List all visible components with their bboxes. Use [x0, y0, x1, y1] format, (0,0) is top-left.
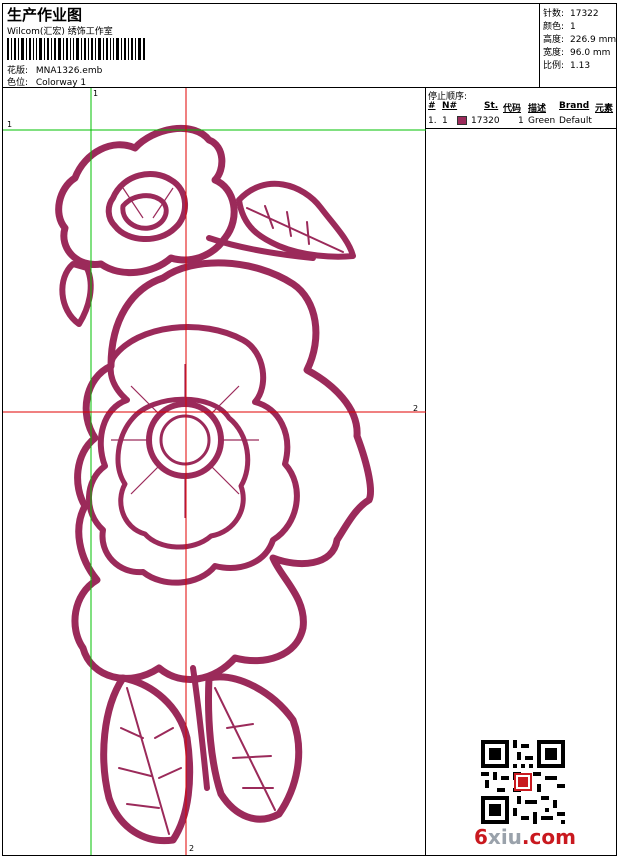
spec-label: 高度: [543, 35, 565, 45]
col-header-description: 描述 [528, 104, 547, 114]
spec-height: 高度: 226.9 mm [543, 32, 616, 45]
col-header-element: 元素 [595, 104, 614, 114]
col-header-index: # [428, 101, 436, 111]
spec-value: 1.13 [570, 61, 591, 71]
spec-panel: 针数: 17322 颜色: 1 高度: 226.9 mm 宽度: 96.0 mm 比例:… [540, 4, 616, 88]
col-header-brand: Brand [559, 101, 590, 111]
row-stitches: 17320 [471, 116, 500, 126]
guide-label-v2: 2 [189, 844, 195, 853]
guide-label-h2: 2 [413, 404, 419, 413]
guide-label-h1: 1 [7, 120, 13, 129]
spec-label: 比例: [543, 61, 565, 71]
spec-label: 宽度: [543, 48, 565, 58]
spec-label: 针数: [543, 9, 565, 19]
spec-value: 1 [570, 22, 576, 32]
row-brand: Default [559, 116, 592, 126]
spec-value: 17322 [570, 9, 599, 19]
row-code: 1 [518, 116, 524, 126]
spec-width: 宽度: 96.0 mm [543, 45, 610, 58]
design-preview: 1 1 2 2 [3, 88, 426, 855]
site-watermark: 6xiu.com [474, 825, 576, 849]
sheet-title: 生产作业图 [7, 6, 83, 24]
col-header-code: 代码 [503, 104, 522, 114]
spec-scale: 比例: 1.13 [543, 58, 590, 71]
thread-color-swatch [457, 116, 467, 125]
barcode [7, 38, 145, 60]
table-divider [426, 128, 616, 129]
col-header-stitches: St. [484, 101, 499, 111]
guide-label-v1: 1 [93, 89, 99, 98]
flower-outline [55, 124, 374, 845]
colorway-value: Colorway 1 [35, 78, 87, 88]
watermark-name: xiu [487, 825, 522, 849]
row-needle: 1 [442, 116, 448, 126]
guide-lines [3, 88, 426, 855]
col-header-needle: N# [442, 101, 458, 111]
company-name: Wilcom(汇宏) 绣饰工作室 [7, 27, 113, 37]
spec-stitches: 针数: 17322 [543, 6, 599, 19]
spec-value: 96.0 mm [570, 48, 611, 58]
row-index: 1. [428, 116, 437, 126]
embroidery-drawing [3, 88, 426, 855]
spec-label: 颜色: [543, 22, 565, 32]
colorway-row: 色位: Colorway 1 [7, 75, 86, 88]
qr-code [481, 740, 565, 824]
header-info: 生产作业图 Wilcom(汇宏) 绣饰工作室 花版: MNA1326.emb 色… [3, 4, 540, 88]
production-sheet: 生产作业图 Wilcom(汇宏) 绣饰工作室 花版: MNA1326.emb 色… [2, 3, 617, 856]
row-description: Green [528, 116, 556, 126]
stop-sequence-panel: 停止顺序: # N# St. 代码 描述 Brand 元素 1. 1 17320… [426, 88, 616, 855]
colorway-label: 色位: [7, 78, 29, 88]
spec-colors: 颜色: 1 [543, 19, 576, 32]
spec-value: 226.9 mm [570, 35, 617, 45]
watermark-domain: .com [521, 825, 576, 849]
watermark-digit: 6 [474, 825, 488, 849]
